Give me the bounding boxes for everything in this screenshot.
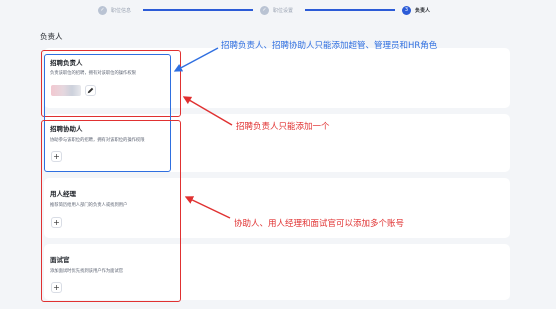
progress-stepper: ✓ 职位信息 ✓ 职位设置 3 负责人 <box>0 0 556 20</box>
step-number: 3 <box>402 5 411 15</box>
step-label: 职位信息 <box>111 7 132 14</box>
step-connector <box>305 9 395 11</box>
step-owner[interactable]: 3 负责人 <box>402 5 430 15</box>
step-label: 职位设置 <box>273 7 294 14</box>
annotation-box-red-multi <box>41 120 181 302</box>
annotation-note-single: 招聘负责人只能添加一个 <box>236 122 330 132</box>
step-connector <box>143 9 253 11</box>
step-label: 负责人 <box>415 7 431 14</box>
check-icon: ✓ <box>98 5 107 15</box>
step-job-info[interactable]: ✓ 职位信息 <box>98 5 131 15</box>
check-icon: ✓ <box>260 5 269 15</box>
annotation-note-roles: 招聘负责人、招聘协助人只能添加超管、管理员和HR角色 <box>221 41 438 51</box>
section-title: 负责人 <box>40 32 63 41</box>
step-job-settings[interactable]: ✓ 职位设置 <box>260 5 293 15</box>
annotation-note-multi: 协助人、用人经理和面试官可以添加多个账号 <box>234 219 405 229</box>
